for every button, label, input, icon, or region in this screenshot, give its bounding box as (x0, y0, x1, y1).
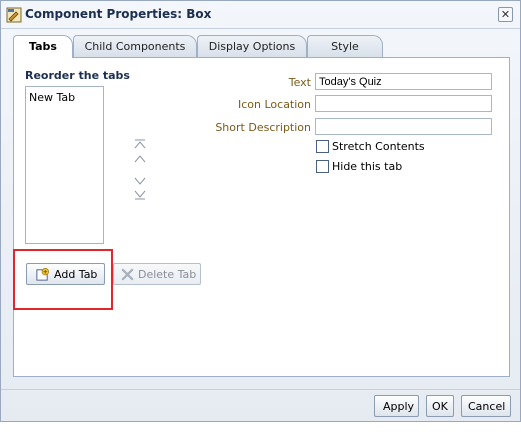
tab-child-components[interactable]: Child Components (73, 35, 197, 57)
close-button[interactable]: ✕ (498, 7, 513, 22)
tabs-listbox[interactable]: New Tab (25, 86, 104, 244)
component-icon (6, 7, 22, 23)
hide-tab-checkbox[interactable] (316, 160, 329, 173)
close-icon: ✕ (500, 8, 511, 21)
tab-tabs[interactable]: Tabs (13, 35, 73, 58)
move-bottom-icon[interactable] (134, 190, 146, 200)
title-bar: Component Properties: Box ✕ (1, 1, 520, 29)
ok-button[interactable]: OK (426, 395, 454, 417)
text-label: Text (288, 76, 311, 89)
cancel-button[interactable]: Cancel (461, 395, 511, 417)
list-item[interactable]: New Tab (29, 91, 75, 104)
add-tab-highlight (13, 249, 113, 310)
short-description-label: Short Description (215, 121, 311, 134)
move-top-icon[interactable] (134, 139, 146, 149)
short-description-input[interactable] (315, 118, 492, 135)
stretch-contents-checkbox[interactable] (316, 140, 329, 153)
delete-tab-label: Delete Tab (138, 268, 197, 281)
tab-strip: Tabs Child Components Display Options St… (13, 35, 513, 58)
tab-display-options[interactable]: Display Options (197, 35, 307, 57)
reorder-title: Reorder the tabs (25, 69, 130, 82)
stretch-contents-label: Stretch Contents (332, 140, 425, 153)
window-title: Component Properties: Box (25, 7, 212, 21)
text-input[interactable] (315, 73, 492, 90)
icon-location-input[interactable] (315, 95, 492, 112)
delete-icon (121, 268, 134, 281)
component-properties-dialog: Component Properties: Box ✕ Tabs Child C… (0, 0, 521, 422)
apply-button[interactable]: Apply (374, 395, 419, 417)
icon-location-label: Icon Location (237, 98, 311, 111)
move-down-icon[interactable] (134, 176, 146, 186)
move-up-icon[interactable] (134, 154, 146, 164)
tab-style[interactable]: Style (307, 35, 383, 57)
hide-tab-label: Hide this tab (332, 160, 403, 173)
delete-tab-button[interactable]: Delete Tab (113, 263, 201, 285)
